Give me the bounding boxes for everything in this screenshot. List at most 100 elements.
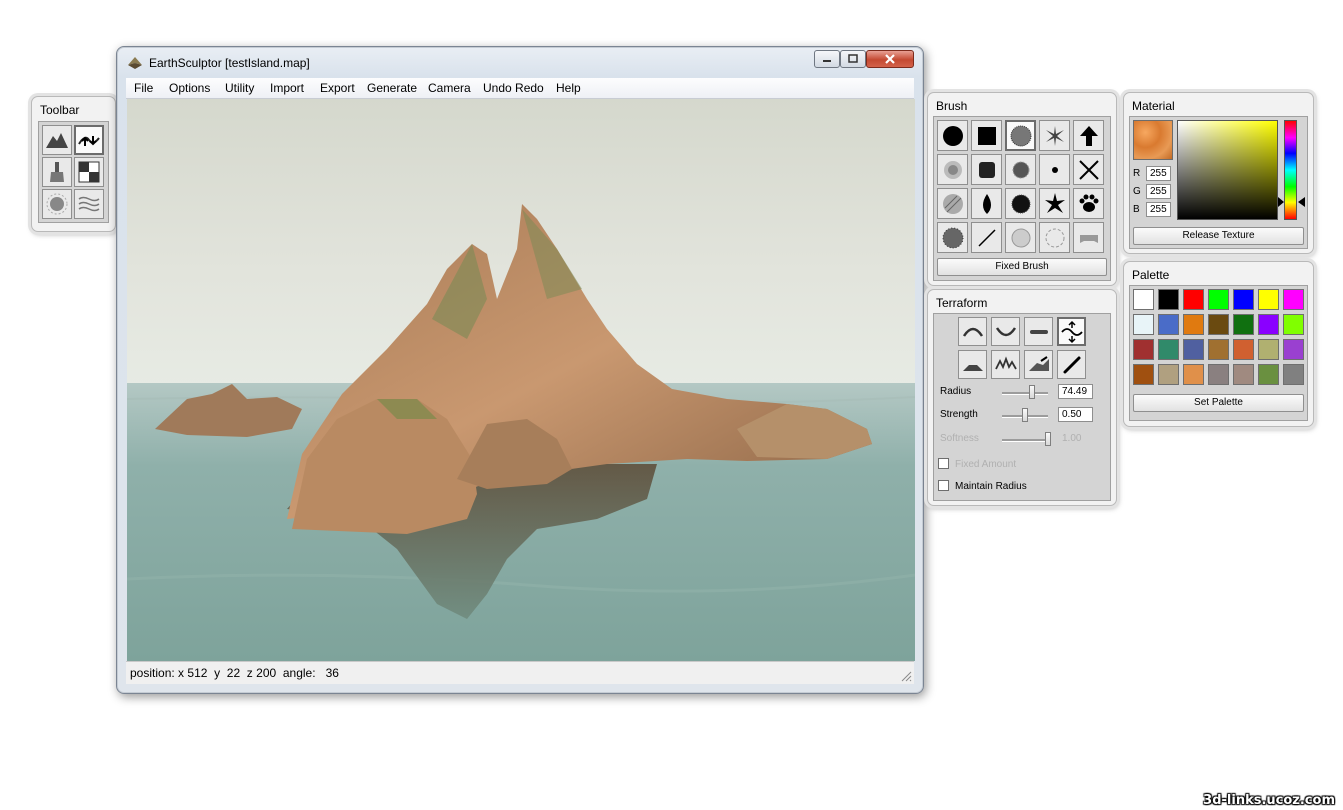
sun-tool-icon[interactable]	[42, 189, 72, 219]
terrain-tool-icon[interactable]	[42, 125, 72, 155]
palette-swatch[interactable]	[1283, 364, 1304, 385]
fuzzy-brush-button[interactable]	[1005, 188, 1036, 219]
palette-swatch[interactable]	[1208, 364, 1229, 385]
paint-button[interactable]	[1057, 350, 1086, 379]
swirl-brush-button[interactable]	[1039, 222, 1070, 253]
minimize-button[interactable]	[814, 50, 840, 68]
drop-brush-button[interactable]	[971, 188, 1002, 219]
palette-swatch[interactable]	[1283, 339, 1304, 360]
app-icon	[128, 57, 142, 69]
color-picker-square[interactable]	[1177, 120, 1278, 220]
starburst-brush-button[interactable]	[1039, 188, 1070, 219]
strength-slider-thumb[interactable]	[1022, 408, 1028, 422]
menu-export[interactable]: Export	[320, 81, 355, 95]
menu-utility[interactable]: Utility	[225, 81, 254, 95]
palette-swatch[interactable]	[1208, 339, 1229, 360]
soft-dots-brush-button[interactable]	[937, 154, 968, 185]
menu-undo-redo[interactable]: Undo Redo	[483, 81, 544, 95]
watermark: 3d-links.ucoz.com	[1203, 793, 1335, 808]
palette-swatch[interactable]	[1233, 289, 1254, 310]
resize-grip-icon[interactable]	[900, 670, 912, 682]
palette-swatch[interactable]	[1133, 314, 1154, 335]
raise-icon	[962, 327, 983, 337]
menu-camera[interactable]: Camera	[428, 81, 471, 95]
menu-options[interactable]: Options	[169, 81, 210, 95]
cloud-brush-button[interactable]	[1005, 222, 1036, 253]
palette-swatch[interactable]	[1258, 314, 1279, 335]
menu-file[interactable]: File	[134, 81, 153, 95]
palette-swatch[interactable]	[1133, 289, 1154, 310]
palette-swatch[interactable]	[1158, 364, 1179, 385]
arrow-up-brush-button[interactable]	[1073, 120, 1104, 151]
palette-swatch[interactable]	[1158, 289, 1179, 310]
palette-swatch[interactable]	[1258, 339, 1279, 360]
circle-brush-button[interactable]	[937, 120, 968, 151]
menu-import[interactable]: Import	[270, 81, 304, 95]
grain-brush-button[interactable]	[937, 222, 968, 253]
b-input[interactable]: 255	[1146, 202, 1171, 217]
palette-swatch[interactable]	[1283, 289, 1304, 310]
palette-swatch[interactable]	[1133, 339, 1154, 360]
terrain-render	[127, 99, 915, 661]
plateau-button[interactable]	[958, 350, 987, 379]
palette-swatch[interactable]	[1158, 314, 1179, 335]
palette-swatch[interactable]	[1183, 339, 1204, 360]
palette-swatch[interactable]	[1233, 339, 1254, 360]
palette-swatch[interactable]	[1133, 364, 1154, 385]
r-input[interactable]: 255	[1146, 166, 1171, 181]
gamepad-brush-button[interactable]	[1073, 222, 1104, 253]
starburst-brush-icon	[1044, 192, 1065, 213]
terrain-viewport[interactable]	[127, 99, 915, 661]
maximize-button[interactable]	[840, 50, 866, 68]
palette-swatch[interactable]	[1283, 314, 1304, 335]
maintain-radius-checkbox[interactable]	[938, 480, 949, 491]
paint-brush-tool-icon[interactable]	[42, 157, 72, 187]
palette-swatch[interactable]	[1233, 314, 1254, 335]
hue-strip[interactable]	[1284, 120, 1297, 220]
palette-swatch[interactable]	[1183, 364, 1204, 385]
noise-button[interactable]	[991, 350, 1020, 379]
x-brush-button[interactable]	[1073, 154, 1104, 185]
g-input[interactable]: 255	[1146, 184, 1171, 199]
water-tool-icon[interactable]	[74, 189, 104, 219]
palette-swatch[interactable]	[1208, 289, 1229, 310]
flatten-button[interactable]	[1024, 317, 1053, 346]
smooth-button[interactable]	[1057, 317, 1086, 346]
palette-swatch[interactable]	[1158, 339, 1179, 360]
splat-brush-button[interactable]	[1005, 154, 1036, 185]
strength-input[interactable]: 0.50	[1058, 407, 1093, 422]
set-palette-button[interactable]: Set Palette	[1133, 394, 1304, 412]
texture-tool-icon[interactable]	[74, 157, 104, 187]
soft-square-brush-button[interactable]	[971, 154, 1002, 185]
star-burst-brush-button[interactable]	[1039, 120, 1070, 151]
radius-input[interactable]: 74.49	[1058, 384, 1093, 399]
palette-swatch[interactable]	[1183, 289, 1204, 310]
gamepad-brush-icon	[1079, 234, 1098, 243]
status-position: position: x 512 y 22 z 200 angle: 36	[130, 666, 339, 680]
smooth-icon	[1060, 320, 1083, 343]
radius-slider-thumb[interactable]	[1029, 385, 1036, 399]
palette-swatch[interactable]	[1258, 289, 1279, 310]
palette-swatch[interactable]	[1258, 364, 1279, 385]
stripes-brush-button[interactable]	[937, 188, 968, 219]
fixed-amount-checkbox[interactable]	[938, 458, 949, 469]
terraform-tool-icon[interactable]	[74, 125, 104, 155]
paw-brush-button[interactable]	[1073, 188, 1104, 219]
close-button[interactable]	[866, 50, 914, 68]
menu-generate[interactable]: Generate	[367, 81, 417, 95]
square-brush-button[interactable]	[971, 120, 1002, 151]
palette-swatch[interactable]	[1233, 364, 1254, 385]
release-texture-button[interactable]: Release Texture	[1133, 227, 1304, 245]
dot-brush-button[interactable]	[1039, 154, 1070, 185]
lower-button[interactable]	[991, 317, 1020, 346]
fixed-brush-button[interactable]: Fixed Brush	[937, 258, 1107, 276]
material-texture-preview[interactable]	[1133, 120, 1173, 160]
erode-button[interactable]	[1024, 350, 1053, 379]
palette-swatch[interactable]	[1208, 314, 1229, 335]
noise-circle-brush-button[interactable]	[1005, 120, 1036, 151]
menu-help[interactable]: Help	[556, 81, 581, 95]
radius-slider-track[interactable]	[1002, 392, 1048, 395]
palette-swatch[interactable]	[1183, 314, 1204, 335]
raise-button[interactable]	[958, 317, 987, 346]
line-brush-button[interactable]	[971, 222, 1002, 253]
